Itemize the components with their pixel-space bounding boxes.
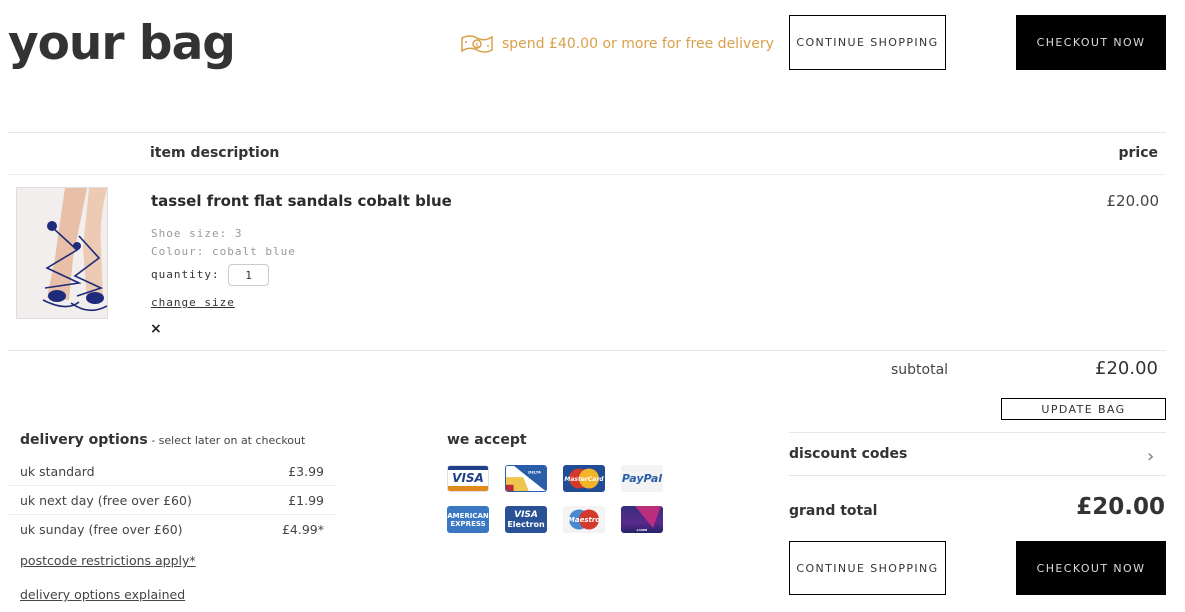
delivery-title: delivery options	[20, 432, 148, 448]
divider	[8, 132, 1166, 133]
delivery-subtitle: - select later on at checkout	[147, 434, 306, 447]
grand-total-label: grand total	[789, 503, 878, 519]
visa-electron-icon: VISA Electron	[505, 506, 547, 533]
product-image[interactable]	[16, 187, 108, 319]
sandals-image-icon	[17, 188, 107, 318]
delivery-options-title: delivery options - select later on at ch…	[20, 432, 305, 448]
checkout-now-button-bottom[interactable]: CHECKOUT NOW	[1016, 541, 1166, 595]
postcode-restrictions-link[interactable]: postcode restrictions apply*	[20, 553, 196, 568]
continue-shopping-button-top[interactable]: CONTINUE SHOPPING	[789, 15, 946, 70]
shoe-size: Shoe size: 3	[151, 227, 243, 240]
chevron-right-icon[interactable]: ›	[1147, 446, 1154, 467]
checkout-now-button-top[interactable]: CHECKOUT NOW	[1016, 15, 1166, 70]
quantity-label: quantity:	[151, 268, 220, 281]
divider	[789, 432, 1166, 433]
delivery-option-name: uk standard	[20, 463, 95, 479]
product-name[interactable]: tassel front flat sandals cobalt blue	[151, 192, 452, 210]
svg-text:Maestro: Maestro	[568, 516, 600, 524]
quantity-input[interactable]	[228, 264, 269, 286]
discount-codes-toggle[interactable]: discount codes	[789, 446, 907, 462]
svg-text:MasterCard: MasterCard	[564, 476, 604, 483]
delivery-option: uk next day (free over £60) £1.99	[8, 486, 336, 515]
delivery-option-name: uk next day (free over £60)	[20, 492, 192, 508]
subtotal-value: £20.00	[1095, 358, 1158, 379]
delivery-option: uk sunday (free over £60) £4.99*	[8, 515, 336, 544]
colour: Colour: cobalt blue	[151, 245, 296, 258]
product-price: £20.00	[1106, 192, 1160, 210]
delivery-option-price: £4.99*	[281, 522, 324, 537]
column-header-item-description: item description	[150, 145, 280, 161]
svg-text:DELTA: DELTA	[528, 469, 541, 474]
remove-item-icon[interactable]: ×	[150, 321, 162, 337]
continue-shopping-button-bottom[interactable]: CONTINUE SHOPPING	[789, 541, 946, 595]
svg-text:$: $	[475, 42, 479, 49]
svg-text:LASER: LASER	[637, 528, 648, 532]
maestro-icon: Maestro	[563, 506, 605, 533]
change-size-link[interactable]: change size	[151, 296, 235, 309]
mastercard-icon: MasterCard	[563, 465, 605, 492]
we-accept-title: we accept	[447, 432, 527, 448]
divider	[789, 475, 1166, 476]
delivery-options-explained-link[interactable]: delivery options explained	[20, 587, 185, 602]
delivery-option-price: £3.99	[288, 463, 324, 479]
paypal-icon: PayPal	[621, 465, 663, 492]
visa-card-icon: VISA	[447, 465, 489, 492]
promo-text: spend £40.00 or more for free delivery	[502, 36, 774, 52]
grand-total-value: £20.00	[1076, 494, 1165, 520]
page-title: your bag	[8, 16, 236, 71]
update-bag-button[interactable]: UPDATE BAG	[1001, 398, 1166, 420]
laser-card-icon: LASER	[621, 506, 663, 533]
free-delivery-promo: $ spend £40.00 or more for free delivery	[460, 33, 774, 55]
amex-card-icon: AMERICAN EXPRESS	[447, 506, 489, 533]
delivery-option: uk standard £3.99	[8, 457, 336, 486]
delivery-option-price: £1.99	[288, 492, 324, 508]
divider	[8, 350, 1166, 351]
banknote-icon: $	[461, 35, 493, 53]
subtotal-label: subtotal	[891, 362, 949, 378]
column-header-price: price	[1118, 145, 1158, 161]
delta-card-icon: DELTA	[505, 465, 547, 492]
divider	[8, 174, 1166, 175]
delivery-option-name: uk sunday (free over £60)	[20, 522, 183, 537]
